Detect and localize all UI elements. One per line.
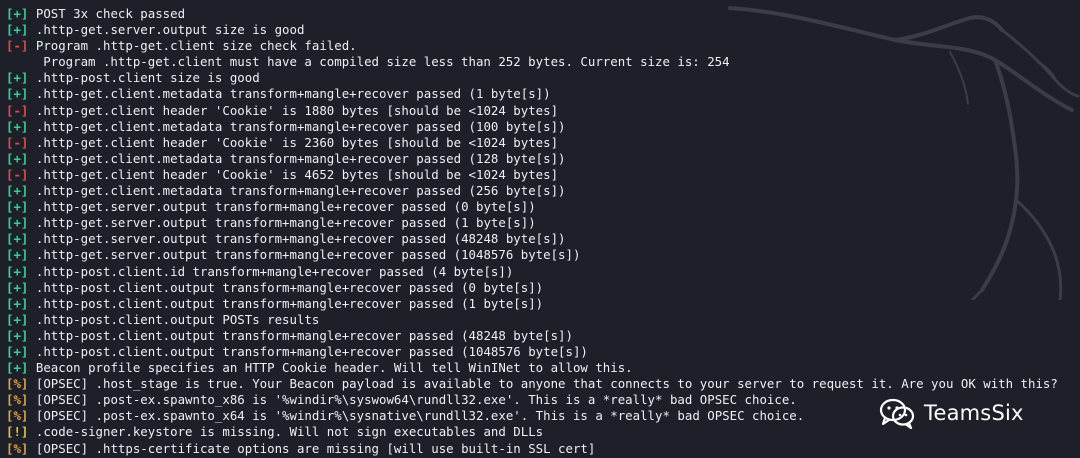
line-text: .http-post.client.output transform+mangl… [35,295,544,311]
output-line: [-] .http-get.client header 'Cookie' is … [6,167,1080,183]
status-prefix: [%] [6,408,29,424]
output-line: [+] .http-post.client.id transform+mangl… [6,264,1080,280]
status-prefix: [-] [6,102,29,118]
line-text: .http-get.server.output transform+mangle… [35,247,581,263]
line-text: .http-get.server.output size is good [35,22,305,38]
line-text: .http-get.client.metadata transform+mang… [35,86,551,102]
status-prefix: [+] [6,311,29,327]
line-text: .http-get.client.metadata transform+mang… [35,118,566,134]
output-line: [+] .http-post.client size is good [6,70,1080,86]
output-line: Program .http-get.client must have a com… [6,54,1080,70]
status-prefix: [+] [6,6,29,21]
output-line: [+] .http-post.client.output transform+m… [6,296,1080,312]
status-prefix: [+] [6,199,29,215]
watermark: TeamsSix [878,395,1024,431]
line-text: [OPSEC] .post-ex.spawnto_x64 is '%windir… [35,408,805,424]
line-text: .http-post.client.output transform+mangl… [35,343,588,359]
line-text: .http-get.client header 'Cookie' is 4652… [35,166,559,182]
line-text: .http-get.server.output transform+mangle… [35,199,536,215]
status-prefix: [%] [6,392,29,408]
output-line: [-] Program .http-get.client size check … [6,38,1080,54]
status-prefix: [+] [6,150,29,166]
output-line: [+] .http-post.client.output POSTs resul… [6,312,1080,328]
output-line: [-] .http-get.client header 'Cookie' is … [6,103,1080,119]
status-prefix: [+] [6,247,29,263]
output-line: [+] .http-post.client.output transform+m… [6,328,1080,344]
line-text: .http-post.client.output POSTs results [35,311,320,327]
output-line: [+] POST 3x check passed [6,6,1080,22]
status-prefix: [-] [6,134,29,150]
status-prefix: [%] [6,376,29,392]
line-text: .http-get.client.metadata transform+mang… [35,183,566,199]
output-line: [+] .http-get.server.output transform+ma… [6,215,1080,231]
status-prefix: [+] [6,118,29,134]
line-text: [OPSEC] .host_stage is true. Your Beacon… [35,376,1058,392]
line-text: Beacon profile specifies an HTTP Cookie … [35,360,633,376]
terminal-window[interactable]: [+] POST 3x check passed [+] .http-get.se… [0,0,1080,458]
output-line: [+] .http-post.client.output transform+m… [6,344,1080,360]
status-prefix: [-] [6,38,29,54]
status-prefix: [+] [6,22,29,38]
line-text: [OPSEC] .post-ex.spawnto_x86 is '%windir… [35,392,797,408]
output-line: [%] [OPSEC] .https-certificate options a… [6,441,1080,457]
line-text: .http-get.server.output transform+mangle… [35,231,566,247]
output-line: [+] .http-get.server.output transform+ma… [6,247,1080,263]
line-text: .http-post.client.id transform+mangle+re… [35,263,514,279]
line-text: .http-post.client.output transform+mangl… [35,279,544,295]
output-line: [+] .http-get.server.output transform+ma… [6,231,1080,247]
terminal-output: [+] POST 3x check passed [+] .http-get.se… [6,6,1080,457]
line-text: .http-get.client.metadata transform+mang… [35,150,566,166]
status-prefix: [+] [6,327,29,343]
line-text: .http-get.client header 'Cookie' is 1880… [35,102,559,118]
line-text: .http-post.client size is good [35,70,260,86]
status-prefix: [+] [6,231,29,247]
line-text: POST 3x check passed [35,6,186,21]
line-text: .http-get.server.output transform+mangle… [35,215,536,231]
output-line: [+] .http-get.server.output transform+ma… [6,199,1080,215]
line-text: [OPSEC] .https-certificate options are m… [35,440,596,456]
line-text: Program .http-get.client size check fail… [35,38,357,54]
status-prefix: [+] [6,279,29,295]
status-prefix: [+] [6,183,29,199]
status-prefix: [+] [6,343,29,359]
output-line: [+] .http-get.client.metadata transform+… [6,183,1080,199]
status-prefix: [+] [6,263,29,279]
output-line: [+] .http-post.client.output transform+m… [6,280,1080,296]
wechat-icon [879,398,915,429]
status-prefix: [+] [6,86,29,102]
line-text: .code-signer.keystore is missing. Will n… [35,424,544,440]
output-line: [+] .http-get.client.metadata transform+… [6,86,1080,102]
status-prefix: [+] [6,360,29,376]
status-prefix: [+] [6,70,29,86]
output-line: [-] .http-get.client header 'Cookie' is … [6,135,1080,151]
line-text: Program .http-get.client must have a com… [6,54,730,70]
watermark-label: TeamsSix [924,401,1024,425]
status-prefix: [+] [6,215,29,231]
output-line: [+] Beacon profile specifies an HTTP Coo… [6,360,1080,376]
line-text: .http-post.client.output transform+mangl… [35,327,573,343]
status-prefix: [!] [6,424,29,440]
status-prefix: [%] [6,440,29,456]
output-line: [+] .http-get.server.output size is good [6,22,1080,38]
output-line: [+] .http-get.client.metadata transform+… [6,119,1080,135]
status-prefix: [-] [6,166,29,182]
status-prefix: [+] [6,295,29,311]
line-text: .http-get.client header 'Cookie' is 2360… [35,134,559,150]
output-line: [+] .http-get.client.metadata transform+… [6,151,1080,167]
output-line: [%] [OPSEC] .host_stage is true. Your Be… [6,376,1080,392]
